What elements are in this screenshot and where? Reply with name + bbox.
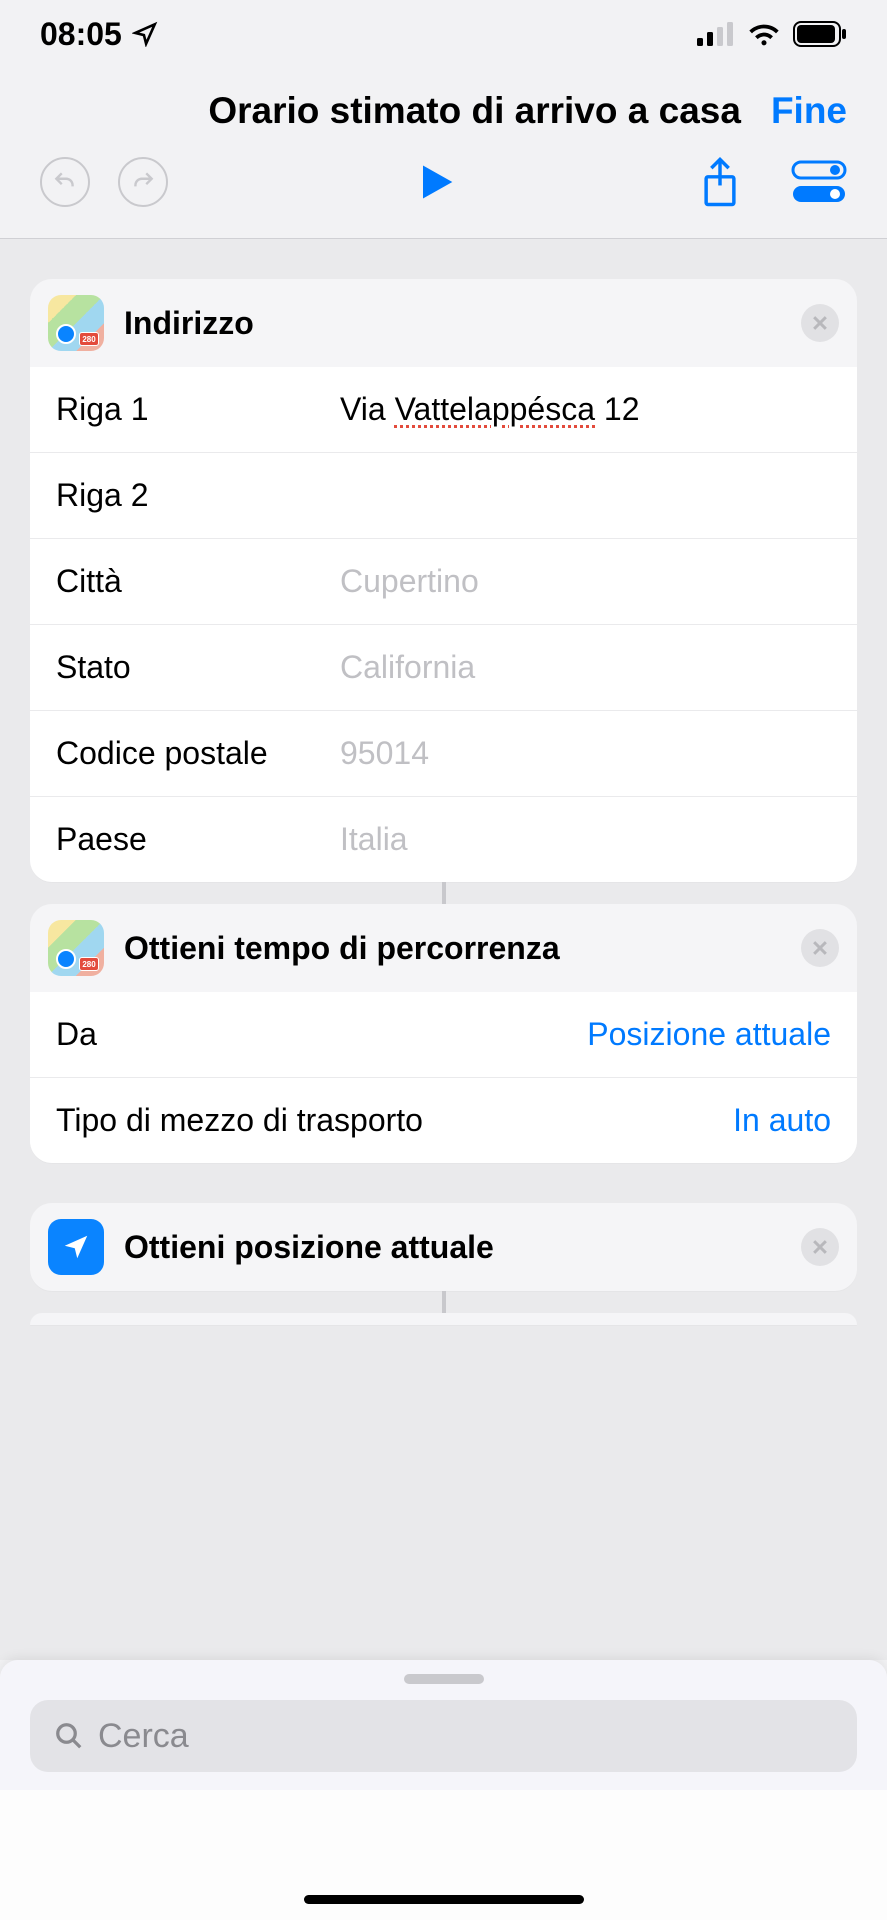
undo-icon	[52, 169, 78, 195]
share-button[interactable]	[699, 156, 741, 208]
page-title: Orario stimato di arrivo a casa	[208, 90, 741, 132]
wifi-icon	[747, 22, 781, 46]
search-icon	[54, 1721, 84, 1751]
screen-header: Orario stimato di arrivo a casa Fine	[0, 60, 887, 156]
status-time: 08:05	[40, 16, 122, 53]
address-row-state[interactable]: Stato California	[30, 624, 857, 710]
card-title: Indirizzo	[124, 305, 781, 342]
keyboard-area	[0, 1790, 887, 1920]
redo-button[interactable]	[118, 157, 168, 207]
action-card-travel-time[interactable]: 280 Ottieni tempo di percorrenza Da Posi…	[30, 904, 857, 1163]
run-button[interactable]	[412, 158, 456, 206]
delete-action-button[interactable]	[801, 304, 839, 342]
row-value-link[interactable]: Posizione attuale	[97, 1016, 831, 1053]
maps-app-icon: 280	[48, 920, 104, 976]
row-placeholder: Cupertino	[306, 563, 831, 600]
close-icon	[810, 938, 830, 958]
address-row-country[interactable]: Paese Italia	[30, 796, 857, 882]
action-card-peek[interactable]	[30, 1313, 857, 1325]
editor-toolbar	[0, 156, 887, 239]
redo-icon	[130, 169, 156, 195]
row-label: Riga 2	[56, 477, 306, 514]
flow-connector	[442, 882, 446, 904]
action-library-panel[interactable]: Cerca	[0, 1660, 887, 1790]
status-bar: 08:05	[0, 0, 887, 60]
row-label: Riga 1	[56, 391, 306, 428]
row-label: Da	[56, 1016, 97, 1053]
address-row-line2[interactable]: Riga 2	[30, 452, 857, 538]
maps-app-icon: 280	[48, 295, 104, 351]
row-placeholder: 95014	[306, 735, 831, 772]
address-row-city[interactable]: Città Cupertino	[30, 538, 857, 624]
settings-toggle-button[interactable]	[791, 160, 847, 204]
battery-icon	[793, 21, 847, 47]
row-label: Tipo di mezzo di trasporto	[56, 1102, 423, 1139]
maps-icon-badge: 280	[79, 957, 99, 971]
home-indicator[interactable]	[304, 1895, 584, 1904]
delete-action-button[interactable]	[801, 929, 839, 967]
address-row-line1[interactable]: Riga 1 Via Vattelappésca 12	[30, 367, 857, 452]
row-value-link[interactable]: In auto	[423, 1102, 831, 1139]
row-label: Stato	[56, 649, 306, 686]
maps-icon-badge: 280	[79, 332, 99, 346]
drag-handle[interactable]	[404, 1674, 484, 1684]
location-arrow-icon	[132, 21, 158, 47]
done-button[interactable]: Fine	[771, 90, 847, 132]
delete-action-button[interactable]	[801, 1228, 839, 1266]
cellular-signal-icon	[697, 22, 735, 46]
travel-row-from[interactable]: Da Posizione attuale	[30, 992, 857, 1077]
row-label: Paese	[56, 821, 306, 858]
close-icon	[810, 1237, 830, 1257]
row-value: Via Vattelappésca 12	[306, 391, 831, 428]
travel-row-mode[interactable]: Tipo di mezzo di trasporto In auto	[30, 1077, 857, 1163]
flow-connector	[442, 1291, 446, 1313]
action-card-current-location[interactable]: Ottieni posizione attuale	[30, 1203, 857, 1291]
card-title: Ottieni tempo di percorrenza	[124, 930, 781, 967]
location-app-icon	[48, 1219, 104, 1275]
location-arrow-icon	[61, 1232, 91, 1262]
row-placeholder: Italia	[306, 821, 831, 858]
close-icon	[810, 313, 830, 333]
actions-list[interactable]: 280 Indirizzo Riga 1 Via Vattelappésca 1…	[0, 239, 887, 1660]
search-field[interactable]: Cerca	[30, 1700, 857, 1772]
card-title: Ottieni posizione attuale	[124, 1229, 781, 1266]
row-placeholder: California	[306, 649, 831, 686]
address-row-postal[interactable]: Codice postale 95014	[30, 710, 857, 796]
search-placeholder: Cerca	[98, 1717, 189, 1756]
row-label: Codice postale	[56, 735, 306, 772]
action-card-address[interactable]: 280 Indirizzo Riga 1 Via Vattelappésca 1…	[30, 279, 857, 882]
undo-button[interactable]	[40, 157, 90, 207]
row-label: Città	[56, 563, 306, 600]
